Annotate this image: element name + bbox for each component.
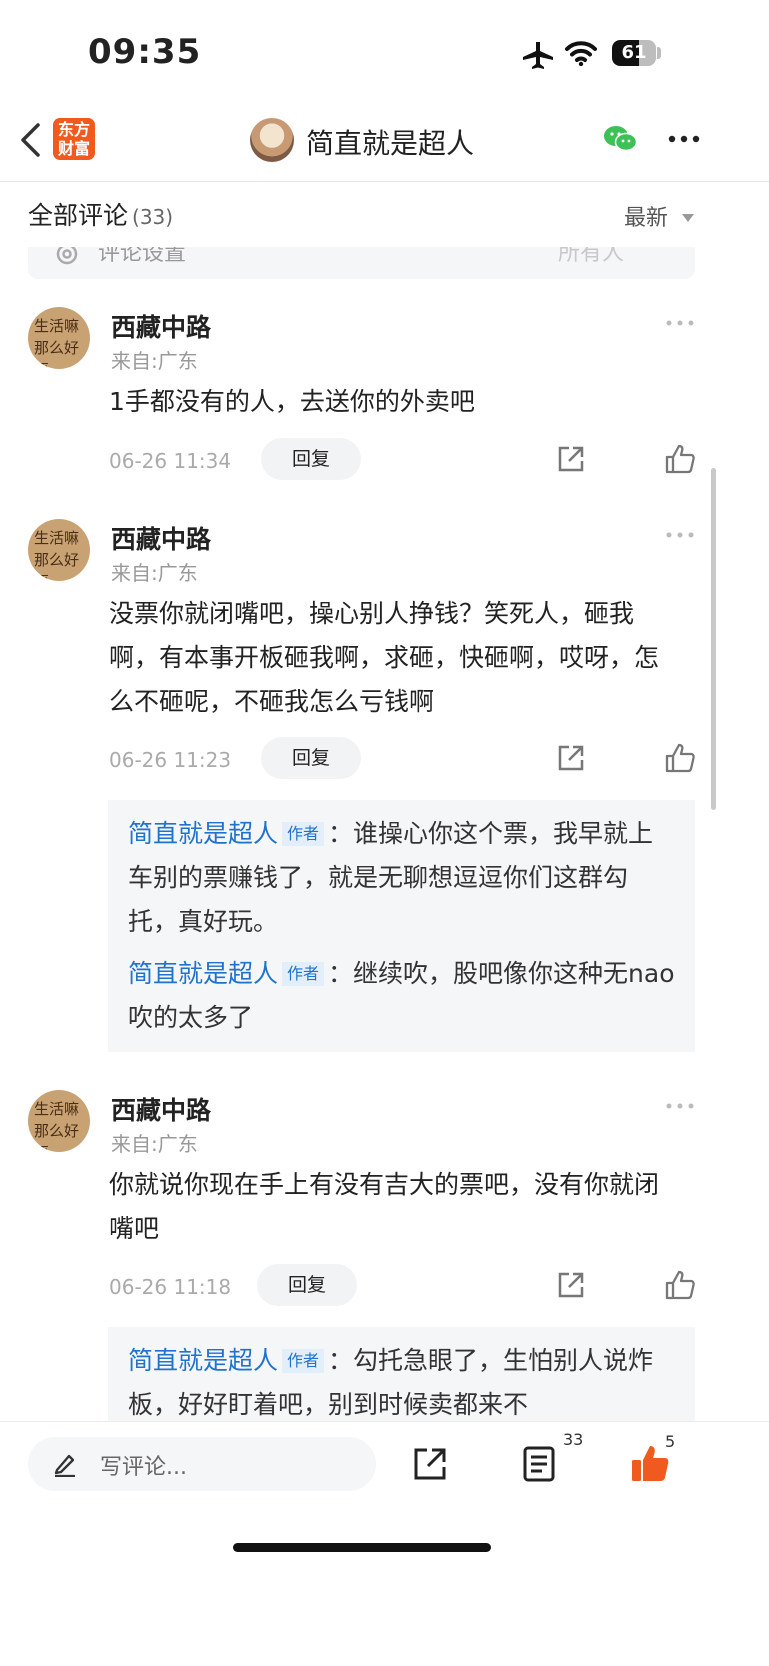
comment-more-icon[interactable] [666, 532, 694, 538]
comment-settings-label: 评论设置 [98, 247, 187, 266]
pencil-icon [54, 1454, 75, 1477]
reply-button[interactable]: 回复 [257, 1264, 357, 1306]
comments-header: 全部评论 (33) [28, 196, 173, 232]
comment-date: 06-26 11:23 [109, 748, 232, 772]
comments-list-icon[interactable] [522, 1445, 556, 1483]
author-tag: 作者 [282, 962, 325, 986]
author-avatar[interactable] [250, 118, 294, 162]
back-chevron-icon[interactable] [18, 122, 42, 158]
sort-dropdown[interactable]: 最新 [624, 200, 695, 232]
airplane-mode-icon [523, 42, 553, 69]
author-tag: 作者 [282, 822, 325, 846]
like-filled-icon[interactable] [630, 1443, 670, 1483]
wechat-icon[interactable] [603, 125, 637, 153]
reply-item[interactable]: 简直就是超人 作者 ：勾托急眼了，生怕别人说炸板，好好盯着吧，别到时候卖都来不 [128, 1339, 676, 1427]
settings-icon [56, 247, 78, 265]
commenter-avatar[interactable]: 生活嘛那么好悟 [28, 307, 90, 369]
comment-input[interactable]: 写评论... [28, 1437, 376, 1491]
status-time: 09:35 [88, 32, 202, 72]
comment-input-placeholder: 写评论... [100, 1455, 187, 1480]
reply-button[interactable]: 回复 [261, 438, 361, 480]
commenter-name[interactable]: 西藏中路 [111, 1091, 211, 1127]
comments-count: (33) [132, 205, 174, 229]
comments-title: 全部评论 [28, 201, 129, 230]
sort-label: 最新 [624, 206, 669, 231]
commenter-avatar[interactable]: 生活嘛那么好悟 [28, 1090, 90, 1152]
avatar-calligraphy: 生活嘛那么好悟 [34, 529, 80, 581]
reply-author[interactable]: 简直就是超人 [128, 959, 278, 988]
commenter-location: 来自:广东 [111, 349, 198, 373]
battery-level-text: 61 [621, 42, 647, 63]
battery-indicator: 61 [612, 40, 656, 66]
page-title[interactable]: 简直就是超人 [306, 122, 474, 162]
comment-text: 1手都没有的人，去送你的外卖吧 [109, 387, 475, 416]
avatar-calligraphy: 生活嘛那么好悟 [34, 317, 80, 369]
like-count-badge: 5 [665, 1432, 676, 1451]
reply-button[interactable]: 回复 [261, 737, 361, 779]
comment-settings-value: 所有人 [558, 247, 625, 266]
thumbs-up-icon[interactable] [664, 443, 696, 475]
logo-line1: 东方 [57, 120, 90, 139]
comment-more-icon[interactable] [666, 320, 694, 326]
commenter-location: 来自:广东 [111, 1132, 198, 1156]
home-indicator [233, 1543, 491, 1552]
reply-thread: 简直就是超人 作者 ：谁操心你这个票，我早就上车别的票赚钱了，就是无聊想逗逗你们这群… [108, 800, 695, 1052]
comment-settings-row[interactable]: 评论设置 所有人 [28, 247, 695, 279]
comment-text: 你就说你现在手上有没有吉大的票吧，没有你就闭嘴吧 [109, 1170, 660, 1243]
wifi-icon [565, 41, 597, 66]
more-horizontal-icon[interactable] [668, 134, 700, 144]
share-post-icon[interactable] [412, 1446, 448, 1482]
nav-divider [0, 181, 769, 182]
scrollbar[interactable] [711, 468, 716, 810]
author-tag: 作者 [282, 1349, 325, 1373]
reply-author[interactable]: 简直就是超人 [128, 819, 278, 848]
logo-line2: 财富 [57, 139, 90, 158]
thumbs-up-icon[interactable] [664, 1269, 696, 1301]
comment-date: 06-26 11:34 [109, 449, 232, 473]
comment-date: 06-26 11:18 [109, 1275, 232, 1299]
reply-author[interactable]: 简直就是超人 [128, 1346, 278, 1375]
comment-count-badge: 33 [563, 1430, 584, 1449]
share-icon[interactable] [556, 743, 586, 773]
share-icon[interactable] [556, 444, 586, 474]
commenter-avatar[interactable]: 生活嘛那么好悟 [28, 519, 90, 581]
avatar-calligraphy: 生活嘛那么好悟 [34, 1100, 80, 1152]
commenter-name[interactable]: 西藏中路 [111, 520, 211, 556]
battery-tip [657, 47, 661, 59]
comment-text: 没票你就闭嘴吧，操心别人挣钱？笑死人，砸我啊，有本事开板砸我啊，求砸，快砸啊，哎… [109, 599, 660, 716]
share-icon[interactable] [556, 1270, 586, 1300]
caret-down-icon [682, 214, 695, 222]
commenter-location: 来自:广东 [111, 561, 198, 585]
reply-item[interactable]: 简直就是超人 作者 ：谁操心你这个票，我早就上车别的票赚钱了，就是无聊想逗逗你们这群… [128, 812, 676, 944]
comment-more-icon[interactable] [666, 1103, 694, 1109]
app-logo: 东方 财富 [53, 118, 95, 160]
reply-item[interactable]: 简直就是超人 作者 ：继续吹，股吧像你这种无nao吹的太多了 [128, 952, 676, 1040]
thumbs-up-icon[interactable] [664, 742, 696, 774]
commenter-name[interactable]: 西藏中路 [111, 308, 211, 344]
